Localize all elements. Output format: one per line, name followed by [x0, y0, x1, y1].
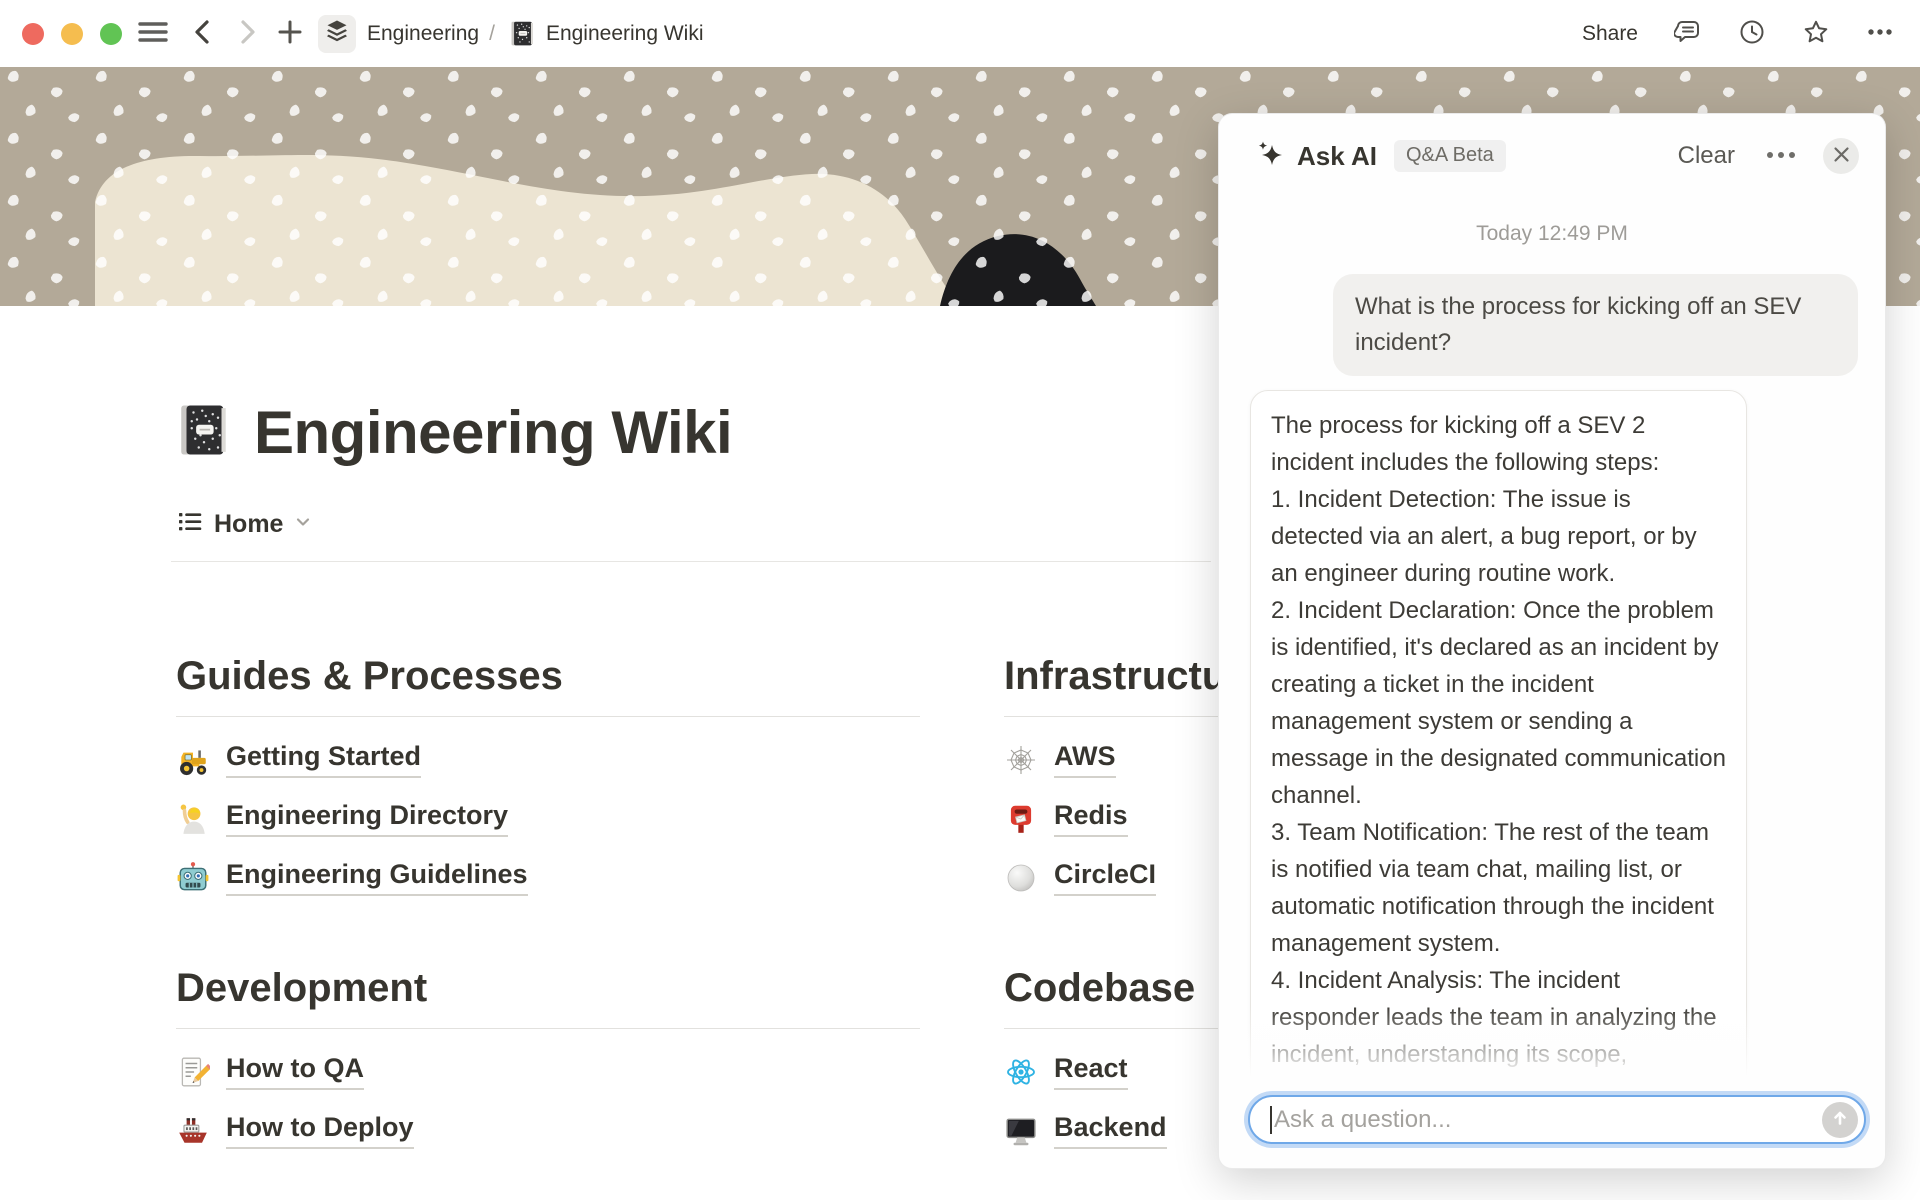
send-button[interactable]	[1822, 1102, 1858, 1138]
comment-icon	[1674, 18, 1702, 49]
memo-icon	[176, 1055, 210, 1089]
close-window-button[interactable]	[22, 23, 44, 45]
react-icon	[1004, 1055, 1038, 1089]
window-controls	[22, 23, 122, 45]
ai-answer-text: The process for kicking off a SEV 2 inci…	[1271, 407, 1726, 1090]
ask-ai-title: Ask AI	[1297, 141, 1377, 172]
breadcrumb-workspace[interactable]: Engineering	[367, 22, 479, 46]
ask-ai-header: Ask AI Q&A Beta Clear	[1219, 136, 1885, 176]
user-question-bubble: What is the process for kicking off an S…	[1333, 274, 1858, 376]
question-input[interactable]	[1272, 1106, 1822, 1134]
ask-ai-panel: Ask AI Q&A Beta Clear Today 12:49 PM Wha…	[1218, 113, 1886, 1169]
tractor-icon	[176, 743, 210, 777]
robot-icon	[176, 861, 210, 895]
section-divider	[176, 1028, 920, 1029]
breadcrumb: Engineering / Engineering Wiki	[367, 20, 704, 47]
postbox-icon	[1004, 802, 1038, 836]
bulleted-list-icon	[176, 508, 203, 540]
chevron-down-icon	[294, 513, 312, 536]
star-icon	[1802, 18, 1830, 49]
ai-answer-bubble: The process for kicking off a SEV 2 inci…	[1250, 390, 1747, 1090]
arrow-up-icon	[1831, 1109, 1849, 1130]
panel-more-button[interactable]	[1765, 148, 1797, 165]
page-link-getting-started[interactable]: Getting Started	[176, 730, 920, 789]
workspace-chip[interactable]	[318, 15, 356, 53]
back-icon	[190, 19, 216, 48]
sparkle-icon	[1257, 140, 1285, 173]
more-options-button[interactable]	[1866, 18, 1894, 49]
page-title: Engineering Wiki	[254, 398, 732, 467]
section-title: Development	[176, 964, 920, 1012]
spider-web-icon	[1004, 744, 1038, 776]
forward-icon	[234, 19, 260, 48]
section-title: Guides & Processes	[176, 652, 920, 700]
plus-icon	[276, 18, 304, 49]
section-development: Development How to QA How to Deploy	[176, 964, 920, 1160]
divider	[171, 561, 1211, 562]
question-input-wrap	[1248, 1095, 1866, 1144]
toolbar: Engineering / Engineering Wiki Share	[0, 0, 1920, 67]
person-raising-hand-icon	[176, 802, 210, 836]
ellipsis-icon	[1866, 18, 1894, 49]
layers-icon	[324, 18, 350, 49]
ship-icon	[176, 1114, 210, 1148]
ellipsis-icon	[1765, 148, 1797, 165]
notebook-icon[interactable]	[176, 402, 232, 463]
page-link-engineering-directory[interactable]: Engineering Directory	[176, 789, 920, 848]
hamburger-icon	[138, 19, 168, 48]
clear-button[interactable]: Clear	[1678, 142, 1735, 170]
zoom-window-button[interactable]	[100, 23, 122, 45]
tab-home[interactable]: Home	[176, 508, 312, 540]
updates-button[interactable]	[1738, 18, 1766, 49]
comments-button[interactable]	[1674, 18, 1702, 49]
breadcrumb-page[interactable]: Engineering Wiki	[546, 22, 704, 46]
section-divider	[176, 716, 920, 717]
view-tab-label: Home	[214, 510, 283, 539]
section-guides-processes: Guides & Processes Getting Started Engin…	[176, 652, 920, 907]
qa-beta-badge: Q&A Beta	[1394, 140, 1506, 172]
desktop-icon	[1004, 1114, 1038, 1148]
new-page-button[interactable]	[276, 18, 304, 49]
page-link-how-to-deploy[interactable]: How to Deploy	[176, 1101, 920, 1160]
share-button[interactable]: Share	[1582, 22, 1638, 46]
breadcrumb-separator: /	[489, 22, 495, 46]
forward-button[interactable]	[234, 19, 260, 48]
back-button[interactable]	[190, 19, 216, 48]
page-link-engineering-guidelines[interactable]: Engineering Guidelines	[176, 848, 920, 907]
close-panel-button[interactable]	[1823, 138, 1859, 174]
minimize-window-button[interactable]	[61, 23, 83, 45]
clock-icon	[1738, 18, 1766, 49]
sidebar-toggle-button[interactable]	[138, 19, 168, 48]
chat-timestamp: Today 12:49 PM	[1219, 222, 1885, 246]
sphere-icon	[1004, 862, 1038, 894]
favorite-button[interactable]	[1802, 18, 1830, 49]
page-link-how-to-qa[interactable]: How to QA	[176, 1042, 920, 1101]
close-icon	[1833, 146, 1850, 166]
notebook-icon	[509, 20, 536, 47]
